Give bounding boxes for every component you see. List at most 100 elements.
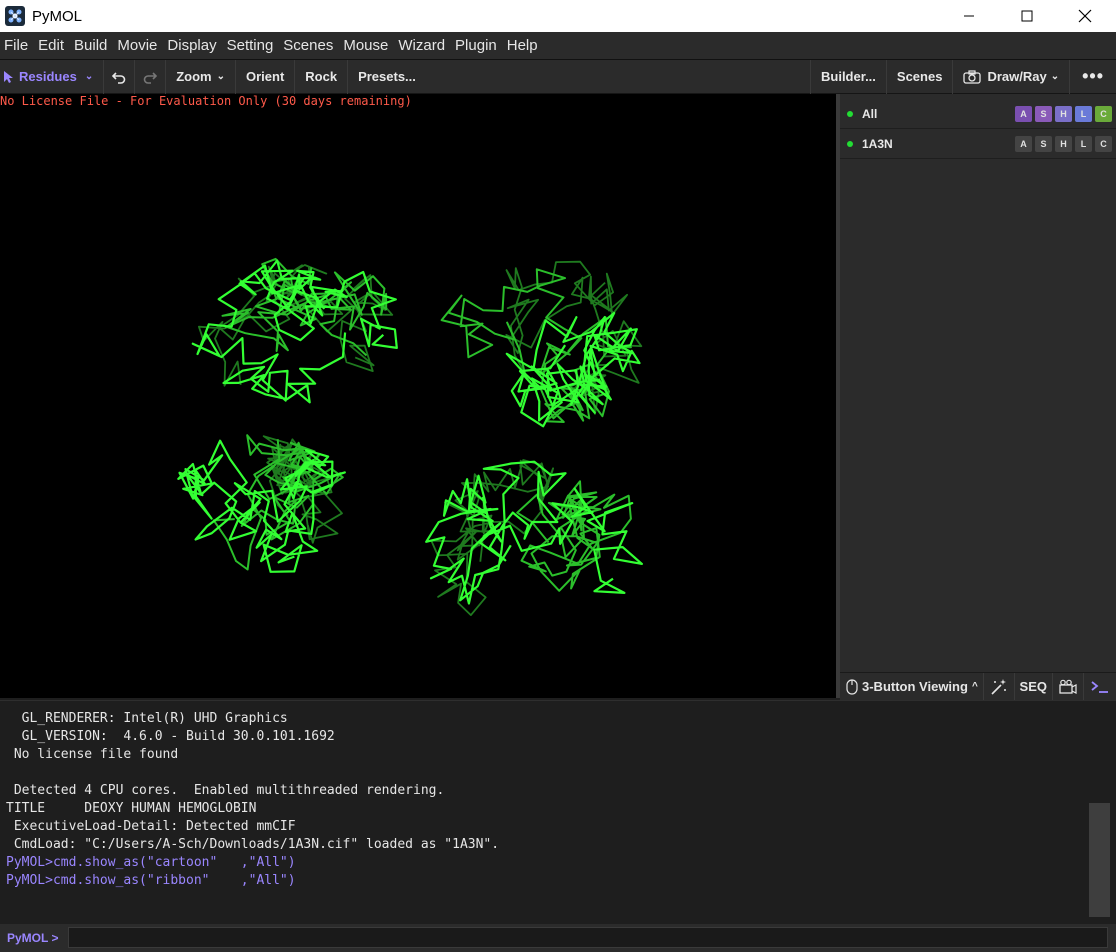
backbone-trace-chain-3 — [177, 439, 346, 573]
object-name: All — [862, 106, 878, 121]
mouse-mode-dropdown[interactable]: 3-Button Viewing ^ — [840, 672, 984, 701]
seq-label: SEQ — [1019, 679, 1047, 694]
minimize-icon — [964, 15, 974, 17]
backbone-trace-chain-4 — [430, 459, 554, 616]
selection-mode-label: Residues — [19, 69, 77, 84]
console-line: GL_RENDERER: Intel(R) UHD Graphics — [6, 711, 288, 726]
show-button-s[interactable]: S — [1035, 135, 1052, 152]
console-line: No license file found — [6, 747, 179, 762]
menu-build[interactable]: Build — [70, 32, 113, 60]
maximize-button[interactable] — [1004, 0, 1050, 32]
menu-wizard[interactable]: Wizard — [394, 32, 451, 60]
label-button-l[interactable]: L — [1075, 135, 1092, 152]
minimize-button[interactable] — [946, 0, 992, 32]
command-bar: PyMOL > — [0, 924, 1116, 952]
orient-button[interactable]: Orient — [236, 59, 296, 94]
menu-plugin[interactable]: Plugin — [451, 32, 503, 60]
title-bar: PyMOL — [0, 0, 1116, 32]
color-button-c[interactable]: C — [1095, 135, 1112, 152]
active-indicator — [847, 110, 853, 117]
hide-button-h[interactable]: H — [1055, 135, 1072, 152]
menu-bar: File Edit Build Movie Display Setting Sc… — [0, 32, 1116, 60]
undo-icon — [112, 71, 126, 84]
object-row-1a3n[interactable]: 1A3N A S H L C — [840, 129, 1116, 159]
backbone-trace-chain-4 — [516, 480, 632, 592]
scenes-label: Scenes — [896, 69, 943, 84]
label-button-l[interactable]: L — [1075, 105, 1092, 122]
console-command-line: PyMOL>cmd.show_as("cartoon" ,"All") — [6, 855, 296, 870]
hemoglobin-ribbon-render — [177, 257, 644, 616]
camera-icon — [963, 69, 982, 84]
presets-label: Presets... — [358, 69, 416, 84]
show-button-s[interactable]: S — [1035, 105, 1052, 122]
scenes-button[interactable]: Scenes — [887, 59, 954, 94]
hide-button-h[interactable]: H — [1055, 105, 1072, 122]
console-toggle-button[interactable] — [1084, 673, 1116, 701]
chevron-up-icon: ^ — [972, 681, 978, 692]
menu-scenes[interactable]: Scenes — [279, 32, 339, 60]
object-name: 1A3N — [862, 136, 893, 151]
console-scrollbar[interactable] — [1089, 803, 1110, 917]
zoom-dropdown[interactable]: Zoom ⌄ — [166, 59, 236, 94]
sequence-toggle-button[interactable]: SEQ — [1015, 672, 1053, 701]
undo-button[interactable] — [104, 59, 136, 94]
console-line: GL_VERSION: 4.6.0 - Build 30.0.101.1692 — [6, 729, 335, 744]
zoom-label: Zoom — [176, 69, 212, 84]
command-prompt: PyMOL > — [7, 931, 59, 945]
action-button-a[interactable]: A — [1015, 135, 1032, 152]
redo-button[interactable] — [135, 59, 167, 94]
menu-movie[interactable]: Movie — [113, 32, 163, 60]
command-input[interactable] — [68, 927, 1108, 948]
panel-bottom-bar: 3-Button Viewing ^ SEQ — [840, 672, 1116, 701]
molecule-viewport[interactable]: No License File - For Evaluation Only (3… — [0, 94, 836, 698]
orient-label: Orient — [245, 69, 285, 84]
window-title: PyMOL — [32, 7, 83, 25]
toolbar: Residues ⌄ Zoom ⌄ Orient Rock Presets...… — [0, 59, 1116, 94]
console-line: Detected 4 CPU cores. Enabled multithrea… — [6, 783, 445, 798]
color-button-c[interactable]: C — [1095, 105, 1112, 122]
menu-setting[interactable]: Setting — [223, 32, 280, 60]
chevron-down-icon: ⌄ — [216, 71, 225, 82]
console-command-line: PyMOL>cmd.show_as("ribbon" ,"All") — [6, 873, 296, 888]
cursor-arrow-icon — [4, 70, 13, 83]
draw-ray-label: Draw/Ray — [987, 69, 1047, 84]
console-line: TITLE DEOXY HUMAN HEMOGLOBIN — [6, 801, 257, 816]
maximize-icon — [1021, 10, 1033, 22]
object-action-buttons: A S H L C — [1012, 135, 1112, 152]
active-indicator — [847, 140, 853, 147]
more-dots-icon: ••• — [1082, 66, 1104, 86]
console-line: CmdLoad: "C:/Users/A-Sch/Downloads/1A3N.… — [6, 837, 500, 852]
movie-panel-button[interactable] — [1053, 672, 1084, 701]
magic-wand-icon — [990, 678, 1006, 695]
console-output: GL_RENDERER: Intel(R) UHD Graphics GL_VE… — [0, 700, 1116, 924]
film-camera-icon — [1059, 679, 1077, 694]
wizard-wand-button[interactable] — [984, 672, 1015, 701]
menu-help[interactable]: Help — [503, 32, 544, 60]
more-options-button[interactable]: ••• — [1070, 60, 1116, 94]
selection-mode-dropdown[interactable]: Residues ⌄ — [0, 59, 105, 94]
chevron-down-icon: ⌄ — [84, 71, 94, 82]
close-button[interactable] — [1062, 0, 1108, 32]
chevron-down-icon: ⌄ — [1050, 71, 1060, 82]
rock-button[interactable]: Rock — [295, 59, 349, 94]
action-button-a[interactable]: A — [1015, 105, 1032, 122]
object-action-buttons: A S H L C — [1012, 105, 1112, 122]
menu-file[interactable]: File — [0, 32, 34, 60]
redo-icon — [143, 71, 158, 84]
close-icon — [1078, 9, 1092, 23]
menu-edit[interactable]: Edit — [34, 32, 70, 60]
pymol-app-icon — [5, 6, 25, 26]
builder-button[interactable]: Builder... — [810, 59, 887, 94]
draw-ray-dropdown[interactable]: Draw/Ray ⌄ — [953, 59, 1071, 94]
mouse-icon — [846, 678, 858, 695]
builder-label: Builder... — [821, 69, 876, 84]
object-panel: All A S H L C 1A3N A S H L C — [840, 94, 1116, 672]
license-warning: No License File - For Evaluation Only (3… — [0, 94, 412, 108]
object-row-all[interactable]: All A S H L C — [840, 99, 1116, 129]
menu-mouse[interactable]: Mouse — [339, 32, 394, 60]
terminal-prompt-icon — [1091, 680, 1108, 693]
presets-button[interactable]: Presets... — [348, 60, 426, 94]
menu-display[interactable]: Display — [163, 32, 222, 60]
mouse-mode-label: 3-Button Viewing — [862, 679, 968, 694]
backbone-trace-chain-4 — [425, 460, 644, 605]
